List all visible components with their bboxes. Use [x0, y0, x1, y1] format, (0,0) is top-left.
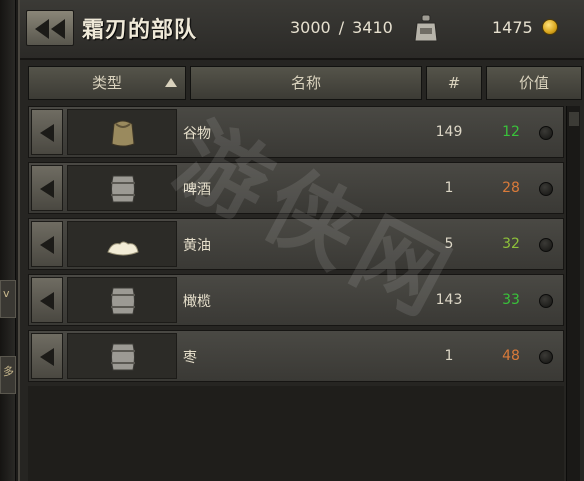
- left-arrow-icon: [40, 236, 54, 254]
- transfer-button[interactable]: [31, 221, 63, 267]
- item-value: 28: [502, 180, 520, 196]
- column-count-label: #: [447, 74, 461, 92]
- barrel-icon: [111, 343, 135, 371]
- item-thumbnail: [67, 333, 177, 379]
- item-name: 黄油: [183, 238, 211, 254]
- double-left-arrow-icon: [35, 19, 65, 39]
- left-arrow-icon: [40, 348, 54, 366]
- select-dot[interactable]: [539, 294, 553, 308]
- party-inventory-panel: 霜刃的部队 3000 / 3410 1475 类型 名称 # 价值 谷物 149 1…: [18, 0, 584, 481]
- header-bar: 霜刃的部队 3000 / 3410 1475: [20, 0, 584, 60]
- item-value: 33: [502, 292, 520, 308]
- scroll-thumb[interactable]: [569, 112, 579, 126]
- butter-icon: [107, 241, 139, 256]
- item-row[interactable]: 橄榄 143 33: [28, 274, 564, 326]
- item-name: 枣: [183, 350, 197, 366]
- party-title: 霜刃的部队: [82, 18, 198, 43]
- gold-amount: 1475: [492, 18, 533, 37]
- left-arrow-icon: [40, 124, 54, 142]
- item-value: 32: [502, 236, 520, 252]
- item-thumbnail: [67, 109, 177, 155]
- column-header-count[interactable]: #: [426, 66, 482, 100]
- left-tab-label: v: [3, 287, 10, 300]
- item-name: 橄榄: [183, 294, 211, 310]
- item-quantity: 1: [444, 180, 454, 196]
- left-arrow-icon: [40, 180, 54, 198]
- left-tab-label: 多: [3, 365, 14, 378]
- select-dot[interactable]: [539, 126, 553, 140]
- select-dot[interactable]: [539, 182, 553, 196]
- transfer-button[interactable]: [31, 333, 63, 379]
- capacity-current: 3000: [290, 18, 331, 37]
- left-tab[interactable]: v: [0, 280, 16, 318]
- select-dot[interactable]: [539, 350, 553, 364]
- sort-ascending-icon: [165, 78, 177, 87]
- barrel-icon: [111, 287, 135, 315]
- column-header-value[interactable]: 价值: [486, 66, 582, 100]
- transfer-button[interactable]: [31, 277, 63, 323]
- column-value-label: 价值: [518, 74, 549, 92]
- item-value: 48: [502, 348, 520, 364]
- capacity-separator: /: [338, 18, 345, 37]
- barrel-icon: [111, 175, 135, 203]
- left-panel-edge: v 多: [0, 0, 16, 481]
- capacity-readout: 3000 / 3410: [290, 18, 393, 37]
- back-button[interactable]: [26, 10, 74, 46]
- item-quantity: 1: [444, 348, 454, 364]
- transfer-button[interactable]: [31, 165, 63, 211]
- gold-coin-icon: [542, 19, 558, 35]
- item-quantity: 149: [435, 124, 463, 140]
- grain-sack-icon: [111, 120, 135, 147]
- scrollbar[interactable]: [566, 106, 580, 481]
- left-arrow-icon: [40, 292, 54, 310]
- item-value: 12: [502, 124, 520, 140]
- column-header-type[interactable]: 类型: [28, 66, 186, 100]
- left-tab[interactable]: 多: [0, 356, 16, 394]
- column-name-label: 名称: [290, 74, 321, 92]
- item-thumbnail: [67, 277, 177, 323]
- item-thumbnail: [67, 221, 177, 267]
- weight-icon: [414, 14, 438, 42]
- column-type-label: 类型: [91, 74, 122, 92]
- select-dot[interactable]: [539, 238, 553, 252]
- empty-list-area: [28, 386, 564, 481]
- capacity-max: 3410: [352, 18, 393, 37]
- item-row[interactable]: 枣 1 48: [28, 330, 564, 382]
- transfer-button[interactable]: [31, 109, 63, 155]
